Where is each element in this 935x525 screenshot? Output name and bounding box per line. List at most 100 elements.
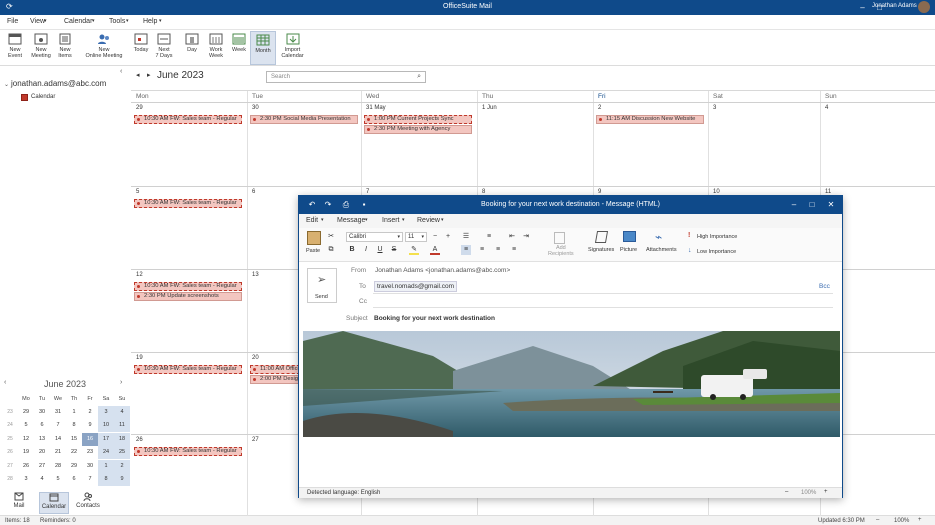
underline-icon[interactable]: U — [375, 245, 385, 255]
numbering-icon[interactable]: ≡ — [484, 232, 494, 242]
week-view-button[interactable]: Week — [226, 31, 252, 53]
mini-calendar-day[interactable]: 7 — [50, 419, 66, 432]
to-recipient-chip[interactable]: travel.nomads@gmail.com — [374, 281, 458, 292]
highlight-icon[interactable]: ✎ — [409, 245, 419, 255]
day-number[interactable]: 1 Jun — [482, 105, 497, 111]
mini-calendar-day[interactable]: 13 — [34, 433, 50, 446]
mini-calendar-day[interactable]: 20 — [34, 446, 50, 459]
avatar[interactable] — [918, 1, 930, 13]
search-icon[interactable]: ⌕ — [417, 73, 421, 81]
mini-calendar-day[interactable]: 14 — [50, 433, 66, 446]
mini-calendar-day[interactable]: 24 — [98, 446, 114, 460]
day-number[interactable]: 13 — [252, 272, 259, 278]
close-icon[interactable]: ✕ — [824, 199, 838, 211]
prev-month-icon[interactable]: ◂ — [136, 71, 140, 79]
mini-calendar-day[interactable]: 27 — [34, 460, 50, 473]
next-7-days-button[interactable]: Next 7 Days — [151, 31, 177, 59]
mini-calendar-day[interactable]: 21 — [50, 446, 66, 459]
mini-calendar-day[interactable]: 2 — [114, 459, 130, 473]
mini-calendar-day[interactable]: 16 — [82, 432, 98, 446]
zoom-in-icon[interactable]: + — [918, 517, 922, 523]
nav-calendar[interactable]: Calendar — [39, 492, 69, 514]
mini-calendar-day[interactable]: 25 — [114, 446, 130, 460]
mini-calendar-day[interactable]: 4 — [34, 473, 50, 486]
calendar-event[interactable]: 2:30 PM Update screenshots — [134, 292, 242, 301]
collapse-pane-icon[interactable]: ‹ — [120, 68, 122, 75]
mini-calendar-day[interactable]: 2 — [82, 406, 98, 419]
bold-icon[interactable]: B — [347, 245, 357, 255]
mini-calendar-day[interactable]: 5 — [18, 419, 34, 432]
signature-icon[interactable] — [594, 231, 609, 243]
cut-icon[interactable]: ✂ — [326, 232, 336, 242]
high-importance-icon[interactable]: ! — [688, 232, 690, 239]
day-number[interactable]: 29 — [136, 105, 143, 111]
mini-calendar-day[interactable]: 30 — [34, 406, 50, 419]
maximize-icon[interactable]: □ — [805, 199, 819, 211]
calendar-list-item[interactable]: Calendar — [21, 94, 55, 101]
nav-mail[interactable]: Mail — [4, 492, 34, 509]
calendar-event[interactable]: 10:30 AM FW: Sales team - Regular — [134, 365, 242, 374]
account-name[interactable]: jonathan.adams@abc.com — [11, 79, 106, 88]
mini-calendar-day[interactable]: 18 — [114, 432, 130, 446]
mini-calendar-day[interactable]: 26 — [18, 460, 34, 473]
mini-calendar-day[interactable]: 29 — [18, 406, 34, 419]
subject-field[interactable]: Booking for your next work destination — [374, 315, 495, 322]
font-select[interactable]: Calibri ▾ — [346, 232, 403, 242]
mini-calendar-day[interactable]: 8 — [98, 473, 114, 486]
day-number[interactable]: 4 — [825, 105, 828, 111]
italic-icon[interactable]: I — [361, 245, 371, 255]
font-color-icon[interactable]: A — [430, 245, 440, 255]
calendar-event[interactable]: 11:15 AM Discussion New Website — [596, 115, 704, 124]
minimize-icon[interactable]: – — [855, 0, 870, 15]
day-number[interactable]: 30 — [252, 105, 259, 111]
mini-calendar-day[interactable]: 23 — [82, 446, 98, 459]
align-left-icon[interactable]: ≡ — [461, 245, 471, 255]
mini-calendar-day[interactable]: 8 — [66, 419, 82, 432]
calendar-event[interactable]: 10:30 AM FW: Sales team - Regular — [134, 199, 242, 208]
import-calendar-button[interactable]: Import Calendar — [280, 31, 305, 59]
next-month-icon[interactable]: › — [120, 379, 122, 386]
day-view-button[interactable]: Day — [179, 31, 205, 53]
attachment-icon[interactable]: ⌁ — [655, 230, 662, 244]
day-number[interactable]: 3 — [713, 105, 716, 111]
mini-calendar-day[interactable]: 11 — [114, 419, 130, 433]
new-event-button[interactable]: New Event — [2, 31, 28, 59]
month-view-button[interactable]: Month — [250, 31, 276, 65]
mini-calendar-day[interactable]: 31 — [50, 406, 66, 419]
menu-edit[interactable]: Edit — [306, 217, 318, 224]
calendar-event[interactable]: 2:30 PM Meeting with Agency — [364, 125, 472, 134]
menu-file[interactable]: File — [7, 18, 18, 25]
align-center-icon[interactable]: ≡ — [477, 245, 487, 255]
zoom-in-icon[interactable]: + — [824, 489, 828, 495]
expand-icon[interactable]: ⌄ — [4, 81, 9, 88]
mini-calendar-day[interactable]: 1 — [66, 406, 82, 419]
day-number[interactable]: 5 — [136, 189, 139, 195]
nav-contacts[interactable]: Contacts — [73, 492, 103, 509]
day-number[interactable]: 12 — [136, 272, 143, 278]
calendar-event[interactable]: 10:30 AM FW: Sales team - Regular — [134, 282, 242, 291]
mini-calendar-day[interactable]: 4 — [114, 406, 130, 419]
mini-calendar-day[interactable]: 3 — [18, 473, 34, 486]
day-number[interactable]: 20 — [252, 355, 259, 361]
calendar-event[interactable]: 2:30 PM Social Media Presentation — [250, 115, 358, 124]
day-number[interactable]: 27 — [252, 437, 259, 443]
menu-view[interactable]: View — [30, 18, 45, 25]
mini-calendar-day[interactable]: 6 — [34, 419, 50, 432]
mini-calendar-day[interactable]: 12 — [18, 433, 34, 446]
mini-calendar-day[interactable]: 5 — [50, 473, 66, 486]
calendar-event[interactable]: 2:00 PM Design — [250, 375, 300, 384]
justify-icon[interactable]: ≡ — [509, 245, 519, 255]
zoom-out-icon[interactable]: – — [785, 489, 788, 495]
minimize-icon[interactable]: – — [787, 199, 801, 211]
low-importance-label[interactable]: Low Importance — [697, 249, 736, 255]
mini-calendar-day[interactable]: 1 — [98, 459, 114, 473]
day-number[interactable]: 2 — [598, 105, 601, 111]
mini-calendar-day[interactable]: 9 — [114, 473, 130, 486]
next-month-icon[interactable]: ▸ — [147, 71, 151, 79]
bullets-icon[interactable]: ☰ — [461, 232, 471, 242]
new-items-button[interactable]: New Items — [52, 31, 78, 59]
menu-review[interactable]: Review — [417, 217, 440, 224]
mini-calendar-day[interactable]: 29 — [66, 460, 82, 473]
shrink-font-icon[interactable]: + — [443, 232, 453, 242]
mini-calendar-day[interactable]: 28 — [50, 460, 66, 473]
